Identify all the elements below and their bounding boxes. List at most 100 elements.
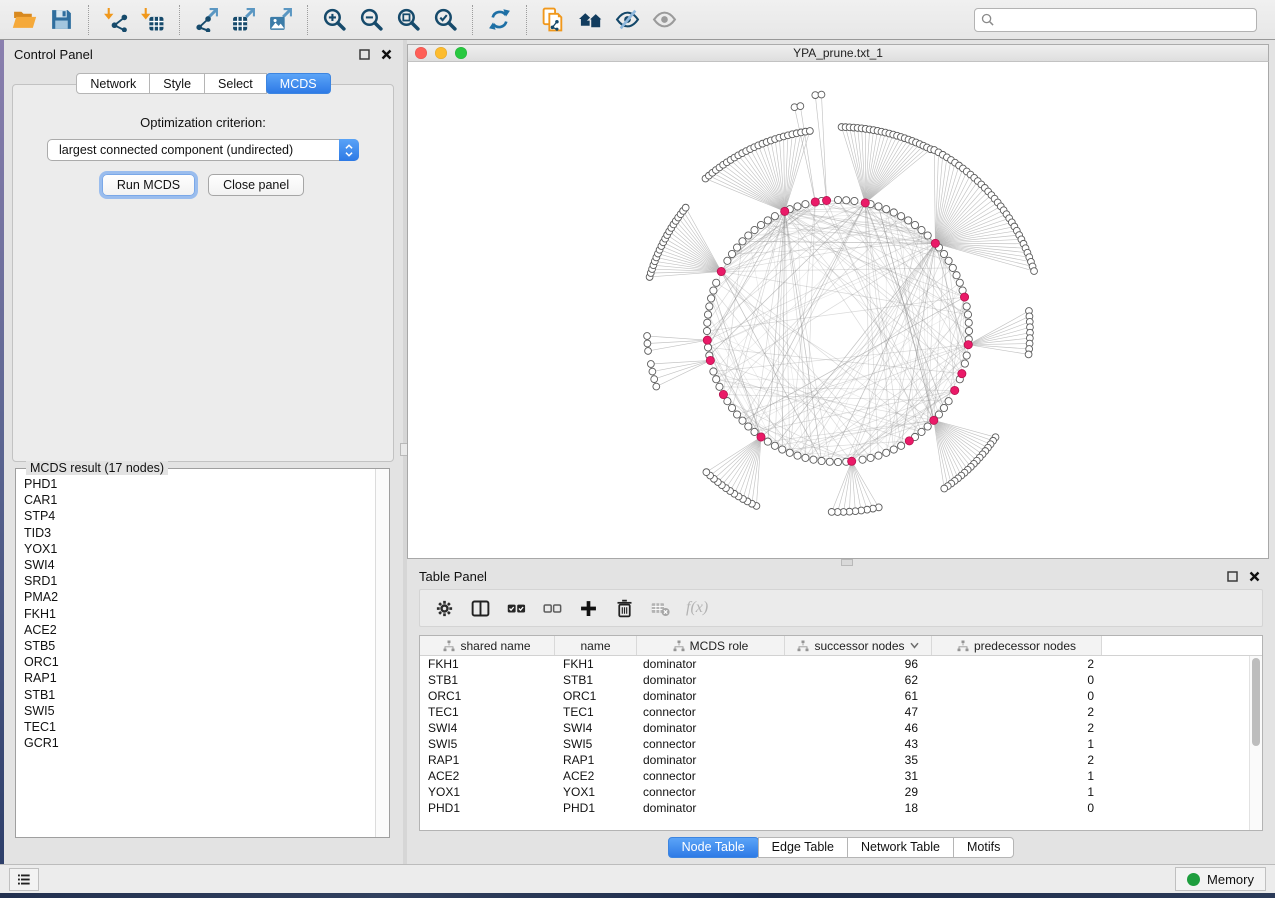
mcds-result-item[interactable]: ORC1	[24, 654, 375, 670]
graph-node[interactable]	[859, 456, 866, 463]
graph-hub-node[interactable]	[848, 457, 856, 465]
graph-leaf-node[interactable]	[1031, 268, 1038, 275]
sort-menu-icon[interactable]	[910, 642, 919, 649]
graph-node[interactable]	[751, 226, 758, 233]
graph-hub-node[interactable]	[931, 239, 939, 247]
close-panel-icon[interactable]	[1248, 570, 1261, 583]
zoom-out-button[interactable]	[355, 3, 388, 37]
float-panel-icon[interactable]	[358, 48, 371, 61]
graph-node[interactable]	[779, 446, 786, 453]
graph-node[interactable]	[710, 287, 717, 294]
column-header-MCDS-role[interactable]: MCDS role	[637, 636, 785, 655]
mcds-result-item[interactable]: FKH1	[24, 606, 375, 622]
graph-hub-node[interactable]	[757, 433, 765, 441]
maximize-window-icon[interactable]	[455, 47, 467, 59]
graph-node[interactable]	[924, 232, 931, 239]
graph-node[interactable]	[794, 203, 801, 210]
graph-node[interactable]	[924, 423, 931, 430]
float-panel-icon[interactable]	[1226, 570, 1239, 583]
tab-network[interactable]: Network	[76, 73, 150, 94]
minimize-window-icon[interactable]	[435, 47, 447, 59]
tab-select[interactable]: Select	[204, 73, 267, 94]
close-panel-icon[interactable]	[380, 48, 393, 61]
graph-node[interactable]	[956, 279, 963, 286]
show-columns-button[interactable]	[466, 594, 494, 622]
graph-node[interactable]	[964, 311, 971, 318]
graph-hub-node[interactable]	[811, 198, 819, 206]
graph-leaf-node[interactable]	[653, 383, 660, 390]
column-header-successor-nodes[interactable]: successor nodes	[785, 636, 932, 655]
graph-hub-node[interactable]	[719, 390, 727, 398]
graph-node[interactable]	[905, 217, 912, 224]
graph-node[interactable]	[818, 457, 825, 464]
import-table-button[interactable]	[136, 3, 169, 37]
graph-node[interactable]	[802, 201, 809, 208]
mcds-result-item[interactable]: TEC1	[24, 719, 375, 735]
graph-node[interactable]	[724, 257, 731, 264]
graph-node[interactable]	[867, 454, 874, 461]
graph-leaf-node[interactable]	[649, 368, 656, 375]
graph-node[interactable]	[834, 458, 841, 465]
graph-node[interactable]	[875, 452, 882, 459]
graph-node[interactable]	[945, 257, 952, 264]
graph-node[interactable]	[706, 303, 713, 310]
graph-hub-node[interactable]	[964, 341, 972, 349]
graph-leaf-node[interactable]	[1025, 351, 1032, 358]
graph-node[interactable]	[739, 417, 746, 424]
graph-node[interactable]	[965, 319, 972, 326]
graph-hub-node[interactable]	[717, 267, 725, 275]
graph-node[interactable]	[739, 238, 746, 245]
graph-leaf-node[interactable]	[797, 103, 804, 110]
mcds-result-item[interactable]: SWI4	[24, 557, 375, 573]
close-panel-button[interactable]: Close panel	[208, 174, 304, 196]
graph-node[interactable]	[728, 250, 735, 257]
graph-node[interactable]	[704, 311, 711, 318]
graph-leaf-node[interactable]	[651, 376, 658, 383]
tab-motifs[interactable]: Motifs	[953, 837, 1014, 858]
column-settings-button[interactable]	[430, 594, 458, 622]
graph-node[interactable]	[851, 197, 858, 204]
graph-leaf-node[interactable]	[647, 361, 654, 368]
mcds-result-item[interactable]: SRD1	[24, 573, 375, 589]
graph-node[interactable]	[890, 209, 897, 216]
new-network-from-selection-button[interactable]	[537, 3, 570, 37]
graph-node[interactable]	[745, 232, 752, 239]
mcds-result-item[interactable]: TID3	[24, 525, 375, 541]
table-scrollbar[interactable]	[1249, 656, 1262, 830]
mcds-result-item[interactable]: GCR1	[24, 735, 375, 751]
deselect-all-button[interactable]	[538, 594, 566, 622]
graph-hub-node[interactable]	[703, 336, 711, 344]
criterion-dropdown[interactable]: largest connected component (undirected)	[47, 139, 359, 161]
destroy-table-button[interactable]	[646, 594, 674, 622]
graph-node[interactable]	[918, 428, 925, 435]
save-session-button[interactable]	[45, 3, 78, 37]
column-header-shared-name[interactable]: shared name	[420, 636, 555, 655]
graph-leaf-node[interactable]	[703, 469, 710, 476]
graph-hub-node[interactable]	[706, 356, 714, 364]
graph-node[interactable]	[949, 264, 956, 271]
mcds-result-item[interactable]: SWI5	[24, 703, 375, 719]
mcds-result-item[interactable]: STB5	[24, 638, 375, 654]
table-row[interactable]: PHD1PHD1dominator180	[420, 800, 1262, 816]
graph-leaf-node[interactable]	[828, 508, 835, 515]
table-row[interactable]: YOX1YOX1connector291	[420, 784, 1262, 800]
graph-leaf-node[interactable]	[682, 204, 689, 211]
graph-hub-node[interactable]	[951, 386, 959, 394]
mcds-result-item[interactable]: PMA2	[24, 589, 375, 605]
refresh-layout-button[interactable]	[483, 3, 516, 37]
graph-node[interactable]	[771, 442, 778, 449]
table-row[interactable]: SWI4SWI4dominator462	[420, 720, 1262, 736]
mcds-result-item[interactable]: STB1	[24, 687, 375, 703]
graph-node[interactable]	[757, 221, 764, 228]
tab-mcds[interactable]: MCDS	[266, 73, 331, 94]
graph-node[interactable]	[898, 442, 905, 449]
graph-node[interactable]	[883, 206, 890, 213]
graph-node[interactable]	[961, 360, 968, 367]
graph-node[interactable]	[918, 226, 925, 233]
graph-node[interactable]	[810, 456, 817, 463]
zoom-fit-button[interactable]	[392, 3, 425, 37]
graph-node[interactable]	[963, 352, 970, 359]
export-image-button[interactable]	[264, 3, 297, 37]
graph-node[interactable]	[710, 368, 717, 375]
graph-node[interactable]	[911, 221, 918, 228]
